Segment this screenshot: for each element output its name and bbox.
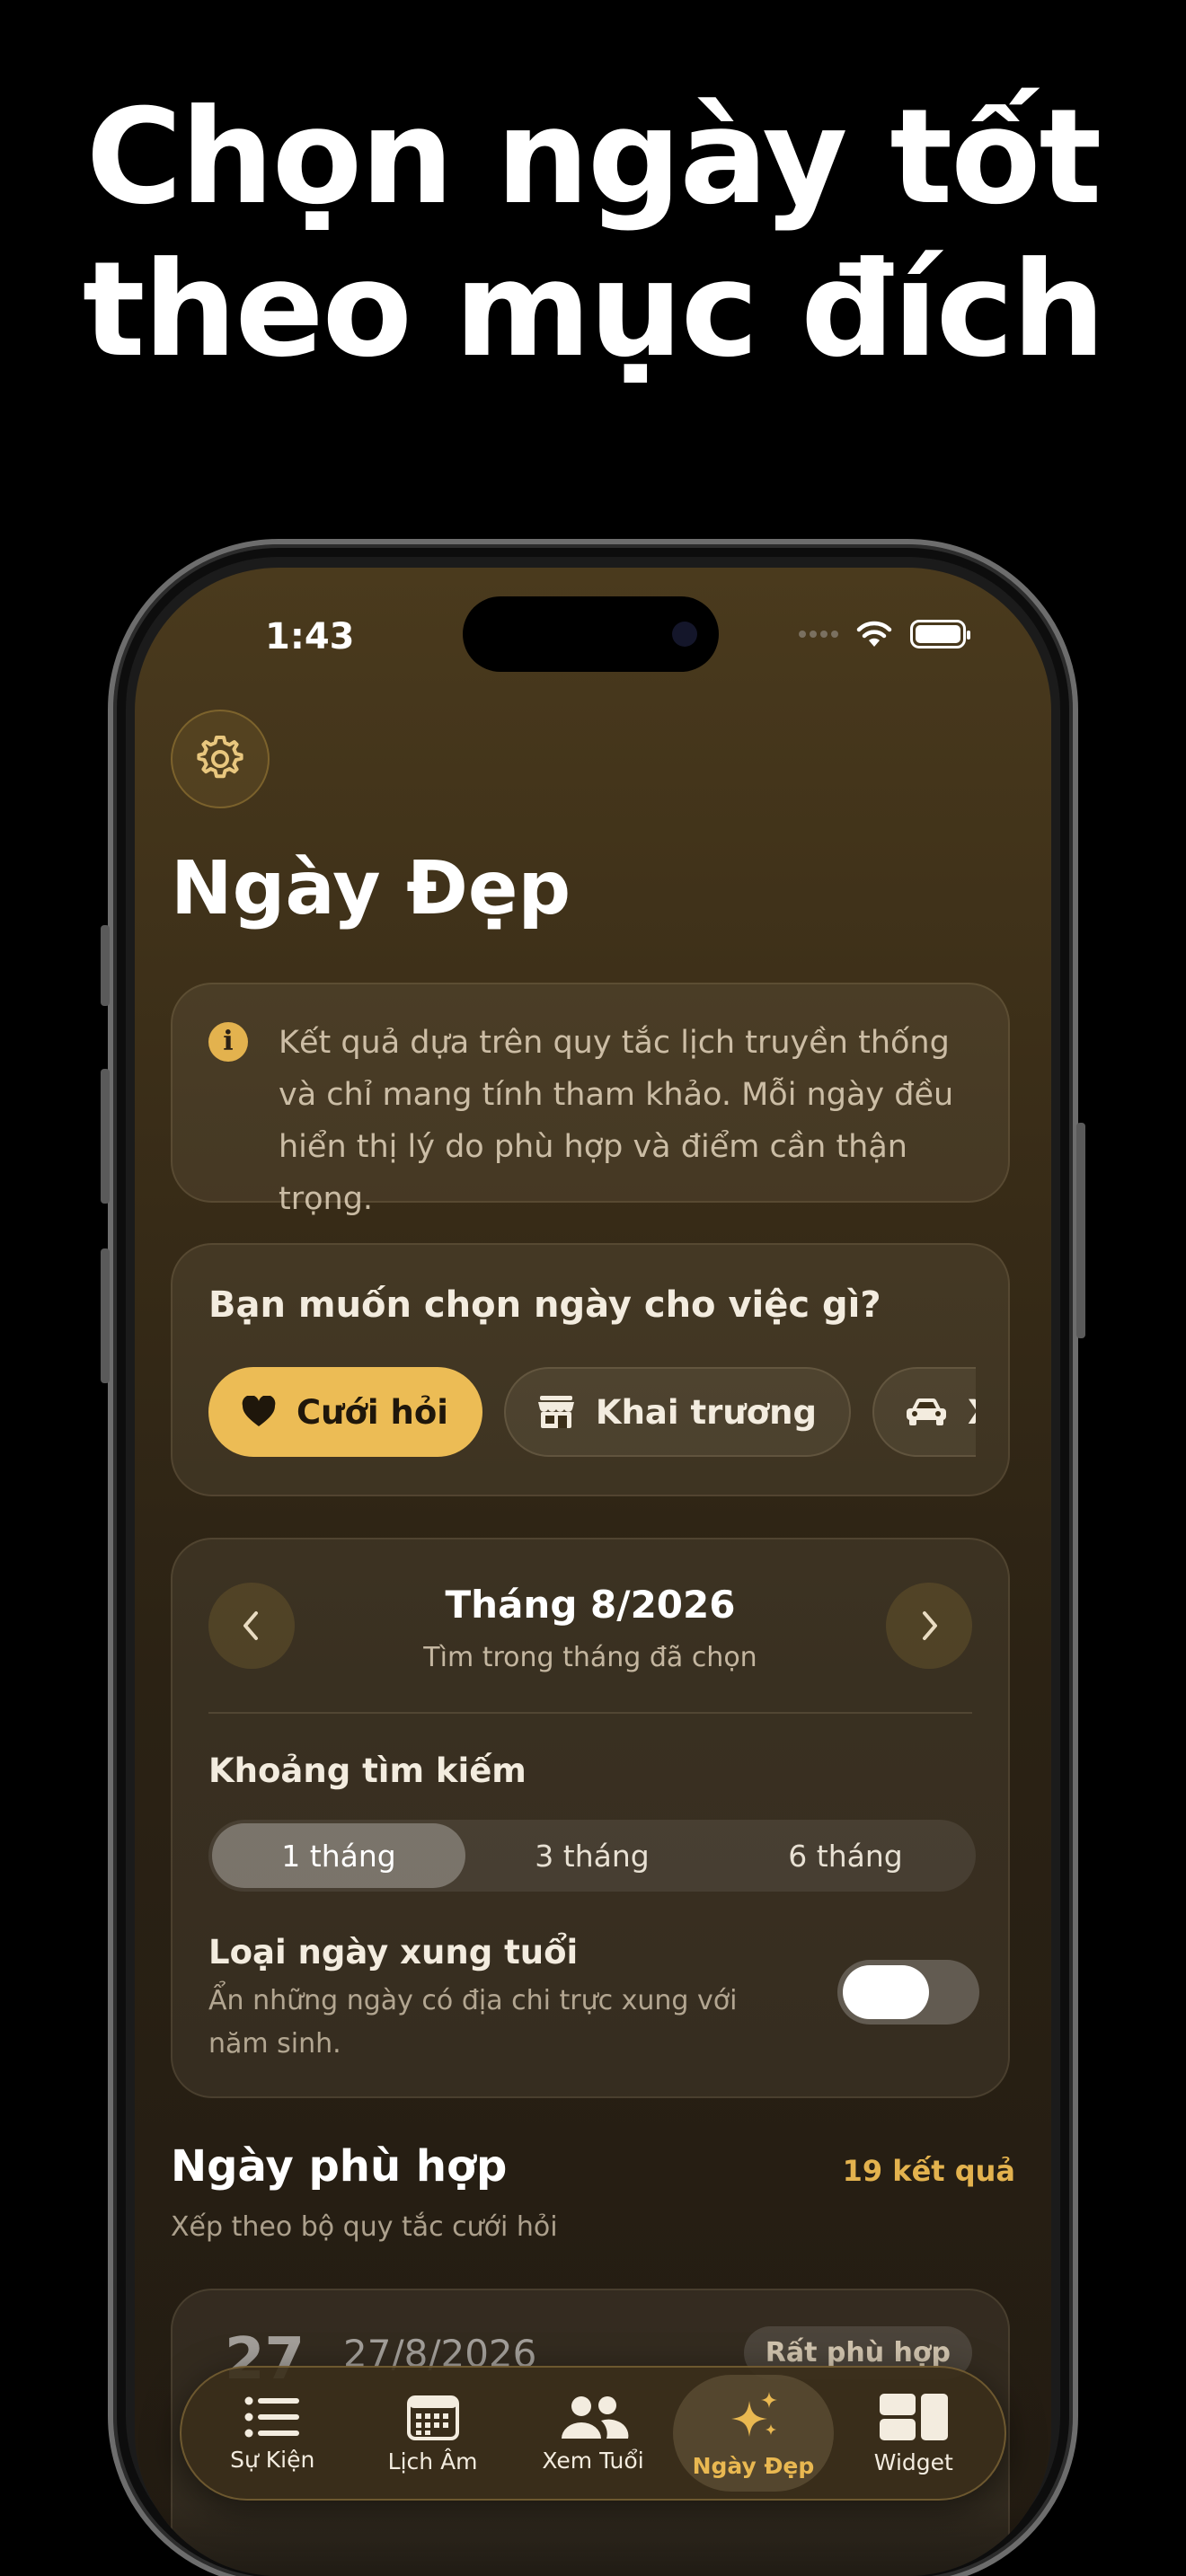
phone-volume-down [101, 1248, 110, 1383]
chip-label: Cưới hỏi [296, 1392, 448, 1432]
tab-label: Ngày Đẹp [692, 2452, 815, 2479]
tab-lich-am[interactable]: Lịch Âm [352, 2375, 512, 2492]
divider [208, 1712, 972, 1714]
tab-bar: Sự Kiện Lịch Âm Xem Tuổi Ngày Đẹp Widget [180, 2366, 1006, 2501]
tab-widget[interactable]: Widget [834, 2375, 994, 2492]
month-card: Tháng 8/2026 Tìm trong tháng đã chọn Kho… [171, 1538, 1010, 2098]
screen-bottom-shade [135, 2504, 1051, 2576]
toggle-knob [843, 1965, 929, 2019]
range-option-6-months[interactable]: 6 tháng [719, 1823, 972, 1888]
tab-xem-tuoi[interactable]: Xem Tuổi [513, 2375, 673, 2492]
car-icon [907, 1398, 946, 1425]
purpose-chip-list[interactable]: Cưới hỏi Khai trương [208, 1367, 976, 1460]
promo-headline-line1: Chọn ngày tốt [85, 81, 1102, 234]
chevron-right-icon [923, 1611, 937, 1640]
people-icon [562, 2395, 629, 2439]
widget-icon [879, 2393, 948, 2440]
dynamic-island [463, 596, 719, 672]
results-title: Ngày phù hợp [171, 2141, 508, 2192]
tab-label: Lịch Âm [387, 2448, 478, 2475]
settings-button[interactable] [171, 710, 270, 808]
tab-su-kien[interactable]: Sự Kiện [192, 2375, 352, 2492]
range-segmented-control[interactable]: 1 tháng 3 tháng 6 tháng [208, 1820, 976, 1892]
phone-action-button [101, 925, 110, 1006]
phone-power-button [1076, 1123, 1085, 1338]
results-count: 19 kết quả [842, 2154, 1015, 2188]
tab-label: Widget [873, 2448, 953, 2475]
month-title: Tháng 8/2026 [445, 1583, 736, 1627]
month-subtitle: Tìm trong tháng đã chọn [423, 1642, 757, 1673]
range-option-3-months[interactable]: 3 tháng [465, 1823, 719, 1888]
promo-headline: Chọn ngày tốt theo mục đích [0, 81, 1186, 386]
status-indicators [799, 620, 970, 648]
status-time: 1:43 [265, 616, 355, 657]
page-title: Ngày Đẹp [171, 846, 571, 931]
tab-ngay-dep[interactable]: Ngày Đẹp [673, 2375, 834, 2492]
purpose-heading: Bạn muốn chọn ngày cho việc gì? [208, 1284, 881, 1326]
calendar-icon [406, 2395, 459, 2440]
chip-cuoi-hoi[interactable]: Cưới hỏi [208, 1367, 482, 1457]
results-subtitle: Xếp theo bộ quy tắc cưới hỏi [171, 2211, 558, 2243]
next-month-button[interactable] [886, 1583, 972, 1669]
range-option-1-month[interactable]: 1 tháng [212, 1823, 465, 1888]
heart-icon [242, 1396, 276, 1426]
camera-icon [672, 622, 697, 647]
chip-label: Xuất hành [968, 1393, 976, 1432]
tab-label: Xem Tuổi [542, 2447, 644, 2474]
signal-icon [799, 631, 838, 638]
range-label: Khoảng tìm kiếm [208, 1751, 527, 1790]
list-icon [244, 2396, 300, 2437]
purpose-card: Bạn muốn chọn ngày cho việc gì? Cưới hỏi [171, 1243, 1010, 1496]
battery-icon [910, 620, 970, 648]
chip-label: Khai trương [595, 1392, 817, 1432]
chip-xuat-hanh[interactable]: Xuất hành [872, 1367, 976, 1457]
sparkles-icon [731, 2391, 778, 2437]
gear-icon [197, 736, 243, 779]
wifi-icon [856, 621, 892, 647]
tab-label: Sự Kiện [230, 2446, 315, 2473]
info-icon: i [208, 1022, 248, 1062]
toggle-title: Loại ngày xung tuổi [208, 1933, 579, 1972]
phone-screen: 1:43 Ngày Đẹp i Kết quả dựa trên quy tắc… [135, 568, 1051, 2576]
info-text: Kết quả dựa trên quy tắc lịch truyền thố… [279, 1025, 954, 1217]
phone-volume-up [101, 1069, 110, 1204]
exclude-conflict-toggle[interactable] [837, 1960, 979, 2025]
chip-khai-truong[interactable]: Khai trương [503, 1367, 851, 1457]
promo-headline-line2: theo mục đích [82, 234, 1105, 386]
toggle-description: Ẩn những ngày có địa chi trực xung với n… [208, 1985, 738, 2060]
storefront-icon [537, 1396, 574, 1428]
info-card: i Kết quả dựa trên quy tắc lịch truyền t… [171, 983, 1010, 1217]
